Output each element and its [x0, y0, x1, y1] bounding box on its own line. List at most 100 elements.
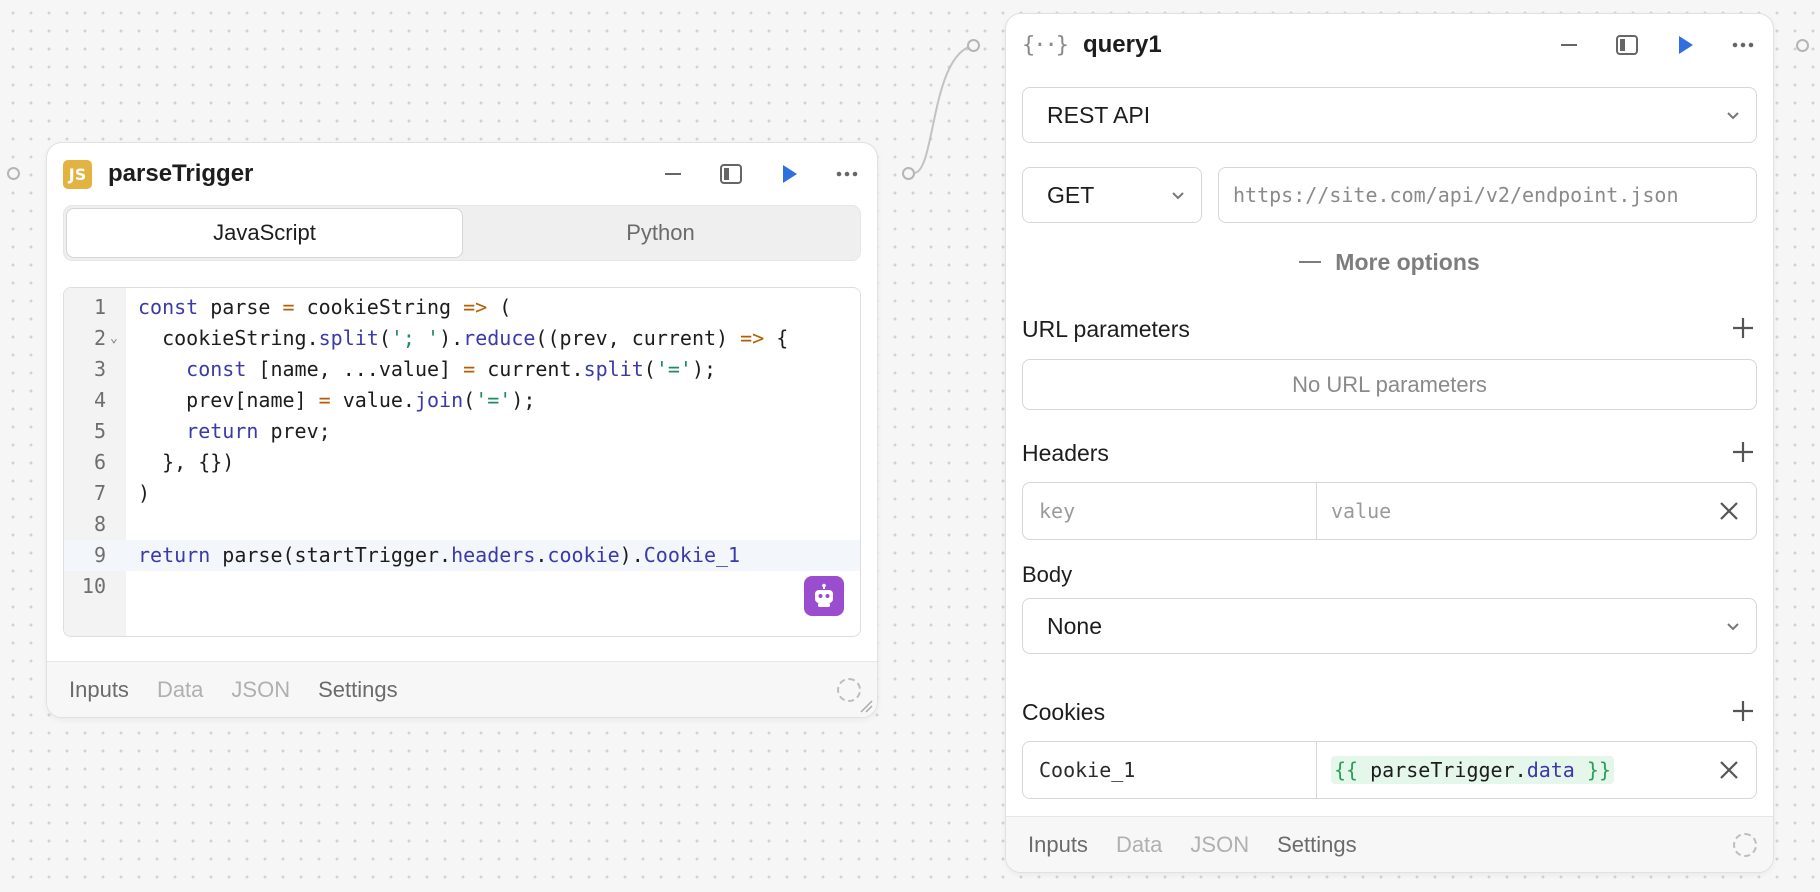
tab-json[interactable]: JSON	[1190, 832, 1249, 858]
add-cookie-icon[interactable]	[1729, 697, 1757, 725]
code-line[interactable]: 9 return parse(startTrigger.headers.cooki…	[64, 540, 860, 571]
run-icon[interactable]	[773, 158, 805, 190]
resource-value: REST API	[1047, 101, 1151, 128]
code-text: return parse(startTrigger.headers.cookie…	[138, 543, 741, 567]
parse-input-port[interactable]	[7, 167, 20, 180]
headers-title: Headers	[1022, 440, 1109, 466]
url-parameters-empty: No URL parameters	[1022, 359, 1757, 410]
resize-handle-icon[interactable]	[859, 699, 873, 713]
code-text: return prev;	[186, 419, 331, 443]
tab-data[interactable]: Data	[157, 677, 203, 703]
template-property: data	[1526, 758, 1575, 782]
sidebar-icon[interactable]	[715, 158, 747, 190]
cookie-value-input[interactable]: {{ parseTrigger.data }}	[1317, 742, 1756, 798]
minimize-icon[interactable]	[1553, 29, 1585, 61]
tab-data[interactable]: Data	[1116, 832, 1162, 858]
close-icon[interactable]	[1718, 759, 1740, 781]
fold-chevron-icon[interactable]: ⌄	[110, 323, 118, 354]
header-value-input[interactable]: value	[1317, 483, 1756, 539]
method-select[interactable]: GET	[1022, 167, 1202, 223]
body-title: Body	[1022, 562, 1073, 587]
method-value: GET	[1047, 181, 1095, 208]
line-number: 5	[93, 419, 106, 443]
header-value-placeholder: value	[1331, 499, 1392, 523]
tab-json[interactable]: JSON	[231, 677, 290, 703]
resource-select[interactable]: REST API	[1022, 87, 1757, 143]
parse-trigger-block[interactable]: JS parseTrigger JavaScript Python 1 const…	[46, 142, 878, 718]
code-text: const [name, ...value] = current.split('…	[186, 357, 717, 381]
template-open-brace: {{	[1334, 758, 1359, 782]
line-number: 9	[93, 543, 106, 567]
template-expression: {{ parseTrigger.data }}	[1331, 756, 1614, 784]
body-value: None	[1047, 612, 1102, 639]
line-number: 1	[93, 295, 106, 319]
add-header-icon[interactable]	[1729, 438, 1757, 466]
query-input-port[interactable]	[967, 39, 980, 52]
code-line[interactable]: 6 }, {})	[64, 447, 860, 478]
cookies-title: Cookies	[1022, 699, 1106, 725]
query-block[interactable]: {··} query1 REST API GET https://site.co…	[1005, 13, 1774, 873]
tab-inputs[interactable]: Inputs	[69, 677, 129, 703]
cookie-key-input[interactable]: Cookie_1	[1023, 742, 1317, 798]
line-number: 10	[81, 574, 106, 598]
header-key-input[interactable]: key	[1023, 483, 1317, 539]
body-select[interactable]: None	[1022, 598, 1757, 654]
line-number: 7	[93, 481, 106, 505]
run-icon[interactable]	[1669, 29, 1701, 61]
code-line[interactable]: 10	[64, 571, 860, 602]
javascript-badge-icon: JS	[63, 159, 92, 189]
cookie-row: Cookie_1 {{ parseTrigger.data }}	[1022, 741, 1757, 799]
query-braces-icon: {··}	[1022, 32, 1069, 58]
chevron-down-icon	[1727, 623, 1739, 631]
more-options-button[interactable]: More options	[1006, 242, 1773, 282]
line-number: 4	[93, 388, 106, 412]
line-number: 6	[93, 450, 106, 474]
block-title[interactable]: query1	[1083, 31, 1162, 59]
tab-settings[interactable]: Settings	[1277, 832, 1357, 858]
url-placeholder: https://site.com/api/v2/endpoint.json	[1233, 183, 1679, 207]
block-title[interactable]: parseTrigger	[108, 160, 253, 188]
template-close-brace: }}	[1586, 758, 1611, 782]
code-line[interactable]: 2 ⌄ cookieString.split('; ').reduce((prev…	[64, 323, 860, 354]
parse-output-port[interactable]	[902, 167, 915, 180]
chevron-down-icon	[1172, 192, 1184, 200]
language-toggle: JavaScript Python	[63, 205, 861, 261]
more-icon[interactable]	[831, 158, 863, 190]
url-input[interactable]: https://site.com/api/v2/endpoint.json	[1218, 167, 1757, 223]
code-editor[interactable]: 1 const parse = cookieString => ( 2 ⌄ cooki…	[63, 287, 861, 637]
add-url-parameter-icon[interactable]	[1729, 314, 1757, 342]
code-line[interactable]: 5 return prev;	[64, 416, 860, 447]
line-number: 3	[93, 357, 106, 381]
header-key-placeholder: key	[1039, 499, 1076, 523]
more-options-label: More options	[1335, 248, 1480, 275]
sidebar-icon[interactable]	[1611, 29, 1643, 61]
block-footer-tabs: Inputs Data JSON Settings	[47, 661, 877, 717]
chevron-down-icon	[1727, 112, 1739, 120]
tab-javascript[interactable]: JavaScript	[66, 208, 463, 258]
template-reference: parseTrigger	[1370, 758, 1515, 782]
code-line[interactable]: 8	[64, 509, 860, 540]
code-line[interactable]: 3 const [name, ...value] = current.split…	[64, 354, 860, 385]
template-dot: .	[1514, 758, 1527, 782]
code-line[interactable]: 7)	[64, 478, 860, 509]
close-icon[interactable]	[1718, 500, 1740, 522]
block-header: JS parseTrigger	[47, 143, 877, 205]
collapse-dash-icon	[1299, 260, 1322, 264]
url-parameters-title: URL parameters	[1022, 316, 1190, 342]
code-line[interactable]: 1 const parse = cookieString => (	[64, 292, 860, 323]
code-text: const parse = cookieString => (	[138, 295, 512, 319]
tab-inputs[interactable]: Inputs	[1028, 832, 1088, 858]
more-icon[interactable]	[1727, 29, 1759, 61]
robot-icon[interactable]	[804, 576, 844, 616]
code-text: prev[name] = value.join('=');	[138, 388, 536, 412]
block-footer-tabs: Inputs Data JSON Settings	[1006, 816, 1773, 872]
tab-python[interactable]: Python	[463, 208, 858, 258]
header-row: key value	[1022, 482, 1757, 540]
query-output-port[interactable]	[1796, 39, 1809, 52]
code-line[interactable]: 4 prev[name] = value.join('=');	[64, 385, 860, 416]
line-number: 8	[93, 512, 106, 536]
minimize-icon[interactable]	[657, 158, 689, 190]
tab-settings[interactable]: Settings	[318, 677, 398, 703]
code-text: }, {})	[138, 450, 235, 474]
line-number: 2	[93, 326, 106, 350]
